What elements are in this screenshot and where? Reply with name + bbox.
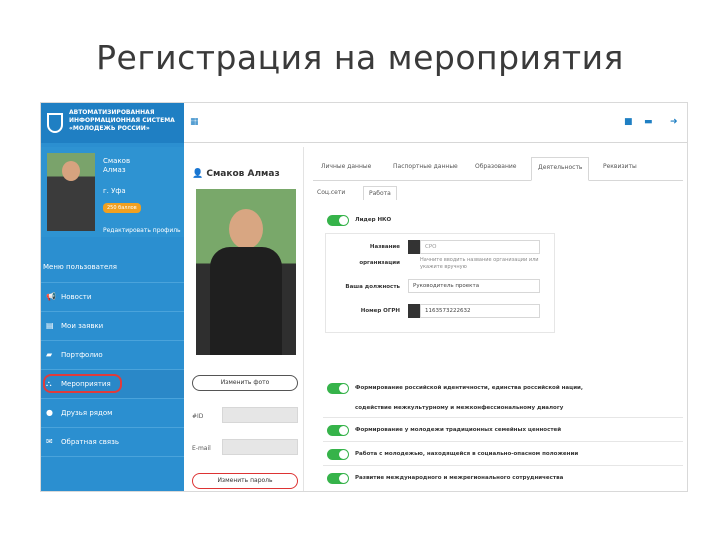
interest-label-2: Формирование у молодежи традиционных сем… [355,427,562,433]
ogrn-input[interactable]: 1163573222632 [420,304,540,318]
points-badge: 250 баллов [103,203,141,213]
org-name-label: Название [369,244,400,250]
user-menu: Меню пользователя 📢 Новости ▤ Мои заявки… [41,253,184,457]
menu-item-portfolio[interactable]: ▰ Портфолио [41,341,184,370]
interest-label-1: Формирование российской идентичности, ед… [355,385,583,391]
avatar [47,153,95,231]
tab-activity[interactable]: Деятельность [531,157,590,181]
tab-passport[interactable]: Паспортные данные [393,163,458,170]
tab-personal[interactable]: Личные данные [321,163,371,170]
brand-logo[interactable]: АВТОМАТИЗИРОВАННАЯ ИНФОРМАЦИОННАЯ СИСТЕМ… [41,103,184,143]
location-pin-icon: ● [46,408,53,417]
interest-toggle-3[interactable] [327,449,349,460]
id-label: #ID [192,413,204,420]
nko-leader-label: Лидер НКО [355,217,392,223]
menu-item-feedback[interactable]: ✉ Обратная связь [41,428,184,457]
position-label: Ваша должность [345,284,400,290]
profile-panel: 👤 Смаков Алмаз Изменить фото #ID E-mail … [184,147,304,491]
tab-requisites[interactable]: Реквизиты [603,163,637,170]
sitemap-icon: ⛬ [46,379,52,388]
email-label: E-mail [192,445,211,452]
shield-icon [47,113,63,133]
menu-item-events[interactable]: ⛬ Мероприятия [41,370,184,399]
profile-card: Смаков Алмаз г. Уфа 250 баллов Редактиро… [41,147,184,237]
brand-text: АВТОМАТИЗИРОВАННАЯ ИНФОРМАЦИОННАЯ СИСТЕМ… [69,109,175,132]
ogrn-label: Номер ОГРН [360,308,400,314]
org-name-input[interactable]: СРО [420,240,540,254]
folder-icon: ▰ [46,350,53,359]
app-screenshot: АВТОМАТИЗИРОВАННАЯ ИНФОРМАЦИОННАЯ СИСТЕМ… [40,102,688,492]
interest-label-4: Развитие международного и межрегионально… [355,475,564,481]
menu-header: Меню пользователя [41,253,184,283]
id-field[interactable] [222,407,298,423]
flag-icon[interactable]: ▬ [644,117,653,127]
email-field[interactable] [222,439,298,455]
nko-form: Название СРО организации Начните вводить… [325,233,555,333]
menu-item-applications[interactable]: ▤ Мои заявки [41,312,184,341]
user-icon: 👤 [192,169,207,179]
profile-full-name: 👤 Смаков Алмаз [192,169,280,179]
logout-icon[interactable]: ➜ [670,117,678,127]
menu-toggle-icon[interactable]: ▦ [190,117,199,127]
profile-photo [196,189,296,355]
interest-label-3: Работа с молодежью, находящейся в социал… [355,451,579,457]
org-hint: Начните вводить название организации или… [420,257,539,270]
edit-profile-link[interactable]: Редактировать профиль [103,227,181,234]
building-icon [408,240,420,254]
org-label: организации [359,260,400,266]
notes-icon[interactable]: ■ [624,117,633,127]
tab-bar: Личные данные Паспортные данные Образова… [313,157,683,181]
slide-title: Регистрация на мероприятия [96,38,624,77]
main-content: Личные данные Паспортные данные Образова… [305,147,687,491]
sidebar: АВТОМАТИЗИРОВАННАЯ ИНФОРМАЦИОННАЯ СИСТЕМ… [41,103,184,491]
position-input[interactable]: Руководитель проекта [408,279,540,293]
interest-label-1b: содействие межкультурному и межконфессио… [355,405,564,411]
ogrn-icon [408,304,420,318]
profile-city: г. Уфа [103,187,126,195]
change-password-button[interactable]: Изменить пароль [192,473,298,489]
menu-item-friends[interactable]: ● Друзья рядом [41,399,184,428]
change-photo-button[interactable]: Изменить фото [192,375,298,391]
feedback-icon: ✉ [46,437,53,446]
interest-toggle-2[interactable] [327,425,349,436]
interest-toggle-1[interactable] [327,383,349,394]
subtab-work[interactable]: Работа [363,186,397,200]
tab-education[interactable]: Образование [475,163,517,170]
nko-leader-toggle[interactable] [327,215,349,226]
megaphone-icon: 📢 [46,292,56,301]
subtab-social[interactable]: Соц.сети [317,189,345,196]
menu-item-news[interactable]: 📢 Новости [41,283,184,312]
clipboard-icon: ▤ [46,321,54,330]
profile-name: Смаков Алмаз [103,157,131,174]
interest-toggle-4[interactable] [327,473,349,484]
top-bar: ▦ ■ ▬ ➜ [184,103,687,143]
